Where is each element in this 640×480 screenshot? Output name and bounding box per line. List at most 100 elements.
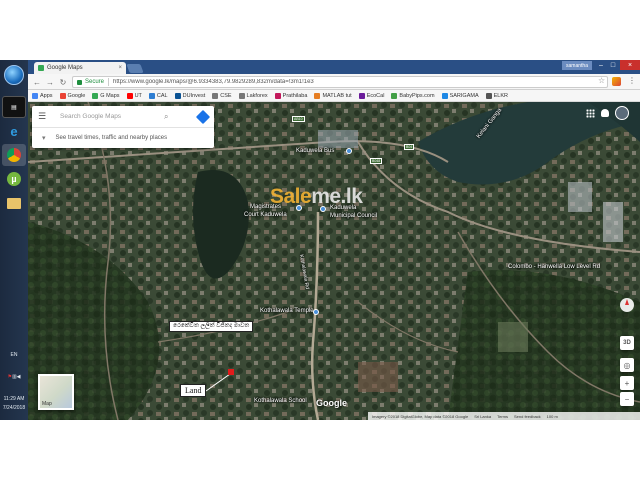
bookmarks-bar: Apps Google G Maps UT CAL DUInvest CSE Lakforex… [28,90,640,102]
zoom-out-button[interactable]: − [620,392,634,406]
bookmark-item[interactable]: UT [126,92,142,99]
forward-icon[interactable]: → [45,77,55,87]
bookmark-item[interactable]: ELKR [485,92,508,99]
map-layer-thumbnail[interactable]: Map [38,374,74,410]
taskbar-app-utorrent[interactable]: µ [2,168,26,190]
bookmark-favicon-icon [59,92,66,99]
zoom-in-button[interactable]: + [620,376,634,390]
extension-icon[interactable] [612,77,621,86]
maximize-icon[interactable]: □ [606,60,620,70]
bookmark-favicon-icon [126,92,133,99]
tab-close-icon[interactable]: × [118,65,122,71]
bookmark-label: SARIGAMA [449,92,479,99]
browser-toolbar: ← → ↻ Secure https://www.google.lk/maps/… [28,74,640,90]
tab-strip: Google Maps × samantha – □ × [28,60,640,74]
compass-icon[interactable] [620,298,634,312]
reload-icon[interactable]: ↻ [58,77,68,87]
letterbox-top [0,0,640,60]
map-label-school[interactable]: Kothalawala School [254,398,307,404]
bookmark-label: EcoCal [366,92,385,99]
back-icon[interactable]: ← [32,77,42,87]
map-label-court[interactable]: Court Kaduwela [244,212,287,218]
account-area [586,106,629,120]
maps-search-input[interactable] [60,113,160,120]
windows-taskbar: ▤ e µ EN ⚑▥◀ 11:29 AM 7/24/2018 [0,60,28,420]
bookmark-item[interactable]: EcoCal [358,92,385,99]
footer-attribution: Imagery ©2018 DigitalGlobe, Map data ©20… [372,413,469,419]
temple-pin-icon[interactable] [313,309,319,315]
volume-icon: ◀ [16,374,21,380]
hamburger-menu-icon[interactable]: ☰ [38,111,52,122]
omnibox-separator [108,78,110,86]
bookmark-label: MATLAB tut [322,92,352,99]
bookmark-favicon-icon [441,92,448,99]
bookmark-label: Apps [40,92,53,99]
travel-times-hint[interactable]: ▾ See travel times, traffic and nearby p… [32,128,214,148]
bus-stop-icon[interactable] [346,148,352,154]
taskbar-app-ie[interactable]: e [2,120,26,142]
map-label-temple[interactable]: Kothalawala Temple [260,308,314,314]
notifications-icon[interactable] [601,109,609,117]
bookmark-label: G Maps [100,92,120,99]
tab-title: Google Maps [47,65,83,71]
bookmark-item[interactable]: BabyPips.com [391,92,435,99]
bookmark-label: Google [67,92,86,99]
map-label-bus[interactable]: Kaduwela Bus [296,148,334,154]
footer-country[interactable]: Sri Lanka [474,414,491,419]
bookmark-item[interactable]: G Maps [92,92,120,99]
bookmark-item[interactable]: Lakforex [238,92,268,99]
road-sign-ab10: AB10 [292,116,305,122]
map-layer-label: Map [42,401,52,407]
satellite-map[interactable]: ☰ ⌕ ▾ See travel times, traffic and near… [28,102,640,420]
clock-date[interactable]: 7/24/2018 [0,405,28,412]
my-location-icon[interactable]: ◎ [620,358,634,372]
bookmark-favicon-icon [274,92,281,99]
bookmark-item[interactable]: MATLAB tut [314,92,352,99]
new-tab-button[interactable] [126,64,144,73]
bookmark-item[interactable]: CSE [212,92,232,99]
road-sign-b048: B048 [370,158,383,164]
address-bar[interactable]: Secure https://www.google.lk/maps/@6.933… [72,76,608,88]
chrome-window: Google Maps × samantha – □ × ← → ↻ Secur… [28,60,640,420]
watermark-part-domain: me.lk [311,185,363,208]
lock-icon [77,79,82,85]
taskbar-app-explorer[interactable] [2,192,26,214]
apps-grid-icon[interactable] [586,108,595,118]
footer-terms[interactable]: Terms [497,414,508,419]
tab-google-maps[interactable]: Google Maps × [34,62,126,74]
bookmark-favicon-icon [391,92,398,99]
chrome-menu-icon[interactable]: ⋮ [628,76,636,85]
bookmark-label: Lakforex [246,92,268,99]
expand-arrow-icon: ▾ [42,135,46,142]
footer-feedback[interactable]: Send feedback [514,414,541,419]
clock-time[interactable]: 11:29 AM [0,396,28,403]
search-icon[interactable]: ⌕ [164,112,168,122]
start-button[interactable] [2,64,26,86]
account-avatar[interactable] [615,106,629,120]
maps-search-panel: ☰ ⌕ ▾ See travel times, traffic and near… [32,106,214,148]
taskbar-app-terminal[interactable]: ▤ [2,96,26,118]
bookmark-label: DUInvest [182,92,206,99]
taskbar-app-chrome[interactable] [2,144,26,166]
bookmark-item[interactable]: SARIGAMA [441,92,479,99]
bookmark-item[interactable]: Google [59,92,86,99]
bookmark-item[interactable]: CAL [148,92,168,99]
internet-explorer-icon: e [10,123,18,139]
language-indicator[interactable]: EN [0,352,28,359]
directions-icon[interactable] [195,109,211,125]
map-label-council[interactable]: Municipal Council [330,213,377,219]
bookmark-item[interactable]: Prathilaba [274,92,307,99]
travel-times-hint-text: See travel times, traffic and nearby pla… [55,135,168,141]
profile-button[interactable]: samantha [562,61,592,70]
bookmark-label: CAL [156,92,168,99]
bookmark-item[interactable]: DUInvest [174,92,206,99]
map-label-road: Colombo - Hanwella Low Level Rd [508,264,601,270]
footer-scale[interactable]: 100 m [547,414,558,419]
tray-icons[interactable]: ⚑▥◀ [0,374,28,381]
window-close-icon[interactable]: × [620,60,640,70]
bookmark-item[interactable]: Apps [32,92,53,99]
bookmark-star-icon[interactable]: ☆ [598,76,605,85]
map-footer: Imagery ©2018 DigitalGlobe, Map data ©20… [368,412,640,420]
annotation-land: Land [180,384,207,397]
tilt-3d-button[interactable]: 3D [620,336,634,350]
